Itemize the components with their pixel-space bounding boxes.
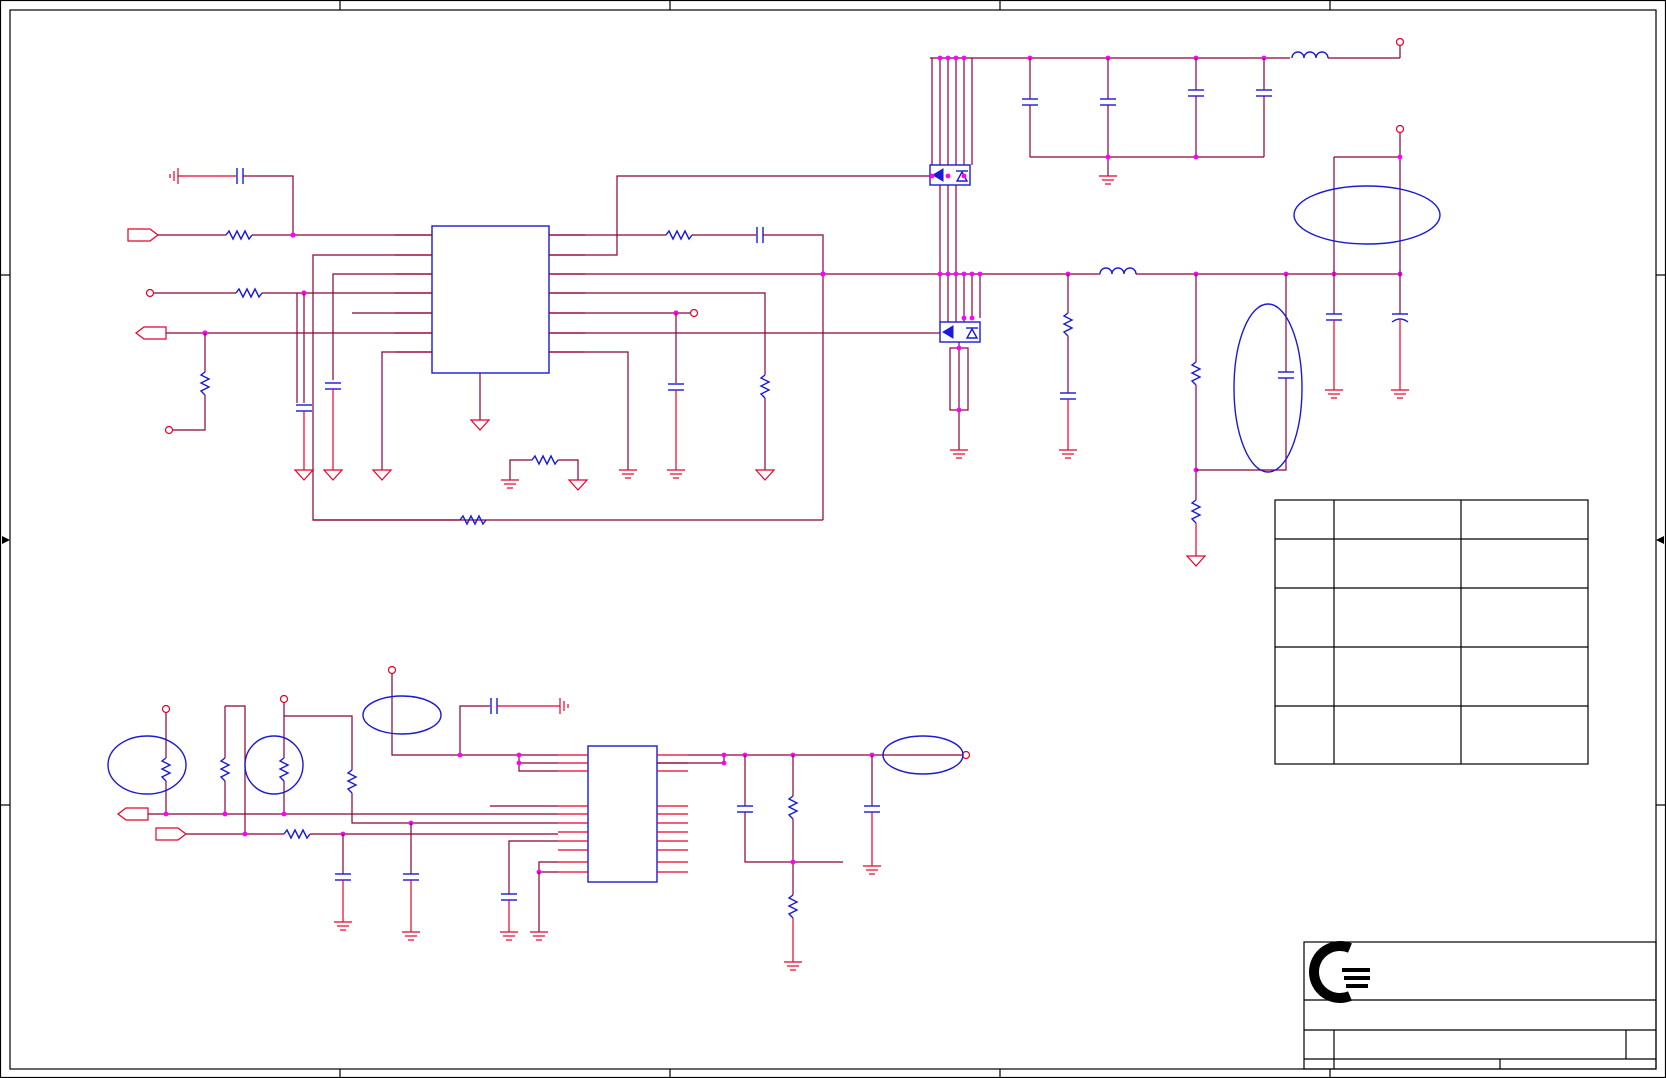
company-logo-icon bbox=[1309, 941, 1370, 1003]
input-pin-3 bbox=[164, 425, 174, 435]
inductor-input bbox=[1291, 51, 1329, 59]
supply-pin-ldo bbox=[387, 665, 397, 675]
input-pin-2 bbox=[145, 288, 155, 298]
capacitor-c1 bbox=[236, 168, 244, 184]
test-pin-1 bbox=[689, 308, 699, 318]
capacitor-bootstrap bbox=[756, 227, 764, 243]
output-port-1 bbox=[135, 326, 167, 340]
snubber bbox=[1059, 274, 1077, 459]
title-block bbox=[1303, 941, 1657, 1070]
resistor-r6 bbox=[759, 374, 771, 399]
resistor-r3 bbox=[199, 371, 211, 396]
ground-signal-icon bbox=[469, 419, 491, 431]
output-caps bbox=[1325, 132, 1409, 399]
ground-chassis-icon bbox=[169, 168, 236, 184]
schematic-sheet bbox=[0, 0, 1666, 1078]
highlight-ellipse-output bbox=[1293, 185, 1441, 245]
vout-pin bbox=[1395, 124, 1405, 134]
capacitor-ldo-in bbox=[490, 698, 498, 714]
resistor-r1 bbox=[225, 229, 253, 241]
capacitor-c4 bbox=[668, 383, 684, 391]
controller-ic bbox=[431, 225, 550, 374]
feedback-divider bbox=[1185, 274, 1294, 567]
regulator-ic bbox=[587, 745, 658, 883]
ground-earth-icon bbox=[1099, 175, 1117, 185]
highlight-ellipse-supply bbox=[362, 695, 442, 735]
ground-earth-icon bbox=[950, 449, 968, 459]
ground-earth-icon bbox=[501, 479, 519, 489]
ground-earth-icon bbox=[619, 469, 637, 479]
ldo-output-network bbox=[737, 755, 881, 971]
inductor-output bbox=[1099, 267, 1137, 275]
capacitor-c3 bbox=[325, 382, 341, 390]
mosfet-low-side bbox=[939, 274, 981, 450]
reference-table bbox=[1274, 499, 1589, 765]
ldo-input-network bbox=[107, 694, 558, 941]
resistor-r5 bbox=[665, 229, 693, 241]
ground-signal-icon bbox=[322, 469, 344, 481]
regulator-ic-pins bbox=[558, 754, 688, 873]
ground-chassis-icon bbox=[559, 698, 569, 714]
ground-earth-icon bbox=[667, 469, 685, 479]
input-port-1 bbox=[127, 228, 159, 242]
resistor-r4 bbox=[531, 454, 559, 466]
resistor-r2 bbox=[235, 287, 263, 299]
highlight-ellipse-feedback bbox=[1233, 303, 1303, 473]
input-caps bbox=[1022, 58, 1272, 176]
capacitor-c2 bbox=[296, 404, 312, 412]
vin-pin bbox=[1395, 37, 1405, 47]
mosfet-high-side bbox=[929, 58, 973, 274]
